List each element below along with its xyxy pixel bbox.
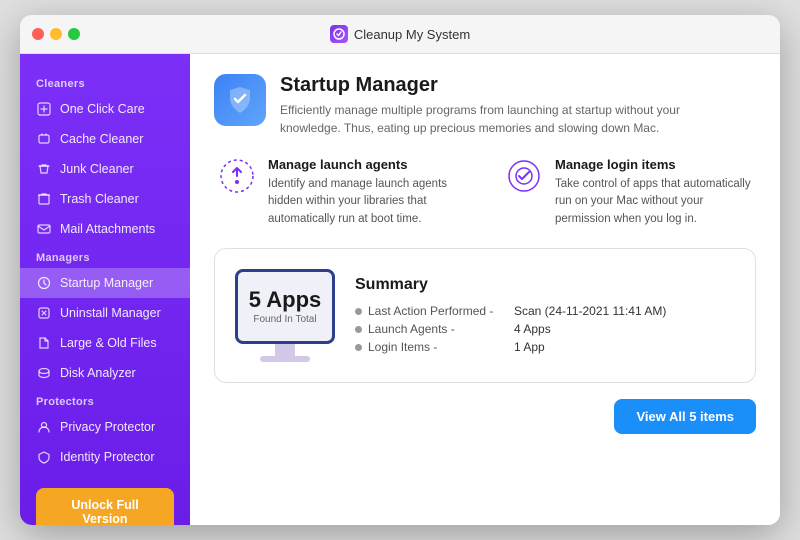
app-icon — [330, 25, 348, 43]
panel-footer: View All 5 items — [214, 399, 756, 434]
view-all-button[interactable]: View All 5 items — [614, 399, 756, 434]
login-items-icon — [505, 157, 543, 195]
summary-row1-label: Last Action Performed - — [368, 304, 508, 318]
sidebar-item-disk-analyzer[interactable]: Disk Analyzer — [20, 358, 190, 388]
sidebar-item-identity-protector[interactable]: Identity Protector — [20, 442, 190, 472]
panel-header: Startup Manager Efficiently manage multi… — [214, 74, 756, 137]
main-content: Cleaners One Click Care Cache Cleaner — [20, 54, 780, 525]
panel-icon — [214, 74, 266, 126]
sidebar-item-one-click-care[interactable]: One Click Care — [20, 94, 190, 124]
sidebar-item-mail-attachments[interactable]: Mail Attachments — [20, 214, 190, 244]
fullscreen-button[interactable] — [68, 28, 80, 40]
panel-header-text: Startup Manager Efficiently manage multi… — [280, 74, 740, 137]
monitor-stand-neck — [275, 344, 295, 356]
feature2-title: Manage login items — [555, 157, 752, 172]
app-window: Cleanup My System Cleaners One Click Car… — [20, 15, 780, 525]
cache-cleaner-icon — [36, 131, 52, 147]
sidebar-item-uninstall-manager[interactable]: Uninstall Manager — [20, 298, 190, 328]
summary-title: Summary — [355, 276, 735, 294]
one-click-care-icon — [36, 101, 52, 117]
privacy-icon — [36, 419, 52, 435]
title-bar: Cleanup My System — [20, 15, 780, 54]
protectors-section-label: Protectors — [20, 388, 190, 412]
summary-row-1: Last Action Performed - Scan (24-11-2021… — [355, 304, 735, 318]
summary-dot-3 — [355, 344, 362, 351]
summary-row-3: Login Items - 1 App — [355, 340, 735, 354]
startup-icon — [36, 275, 52, 291]
summary-info: Summary Last Action Performed - Scan (24… — [355, 276, 735, 354]
summary-dot-2 — [355, 326, 362, 333]
uninstall-icon — [36, 305, 52, 321]
sidebar: Cleaners One Click Care Cache Cleaner — [20, 54, 190, 525]
summary-row3-value: 1 App — [514, 340, 545, 354]
sidebar-item-junk-cleaner[interactable]: Junk Cleaner — [20, 154, 190, 184]
feature-login-items: Manage login items Take control of apps … — [505, 157, 752, 228]
sidebar-item-label: Large & Old Files — [60, 336, 157, 350]
disk-icon — [36, 365, 52, 381]
monitor-graphic: 5 Apps Found In Total — [235, 269, 335, 362]
sidebar-item-label: Identity Protector — [60, 450, 155, 464]
feature1-title: Manage launch agents — [268, 157, 465, 172]
sidebar-item-label: Uninstall Manager — [60, 306, 161, 320]
feature-launch-agents-text: Manage launch agents Identify and manage… — [268, 157, 465, 228]
managers-section-label: Managers — [20, 244, 190, 268]
summary-row-2: Launch Agents - 4 Apps — [355, 322, 735, 336]
summary-row2-value: 4 Apps — [514, 322, 551, 336]
title-bar-center: Cleanup My System — [330, 25, 470, 43]
monitor-stand-base — [260, 356, 310, 362]
unlock-button[interactable]: Unlock Full Version — [36, 488, 174, 525]
summary-dot-1 — [355, 308, 362, 315]
summary-rows: Last Action Performed - Scan (24-11-2021… — [355, 304, 735, 354]
minimize-button[interactable] — [50, 28, 62, 40]
trash-cleaner-icon — [36, 191, 52, 207]
files-icon — [36, 335, 52, 351]
summary-card: 5 Apps Found In Total Summary Last Actio… — [214, 248, 756, 383]
features-row: Manage launch agents Identify and manage… — [214, 157, 756, 228]
mail-icon — [36, 221, 52, 237]
sidebar-item-label: Trash Cleaner — [60, 192, 139, 206]
junk-cleaner-icon — [36, 161, 52, 177]
summary-row2-label: Launch Agents - — [368, 322, 508, 336]
monitor-screen: 5 Apps Found In Total — [235, 269, 335, 344]
identity-icon — [36, 449, 52, 465]
close-button[interactable] — [32, 28, 44, 40]
sidebar-bottom: Unlock Full Version — [20, 472, 190, 525]
sidebar-item-label: Mail Attachments — [60, 222, 155, 236]
sidebar-item-large-old-files[interactable]: Large & Old Files — [20, 328, 190, 358]
panel-title: Startup Manager — [280, 74, 740, 97]
panel-description: Efficiently manage multiple programs fro… — [280, 101, 740, 137]
main-panel: Startup Manager Efficiently manage multi… — [190, 54, 780, 525]
window-controls — [32, 28, 80, 40]
cleaners-section-label: Cleaners — [20, 70, 190, 94]
app-title: Cleanup My System — [354, 27, 470, 42]
summary-row1-value: Scan (24-11-2021 11:41 AM) — [514, 304, 666, 318]
feature-login-items-text: Manage login items Take control of apps … — [555, 157, 752, 228]
launch-agents-icon — [218, 157, 256, 195]
feature2-description: Take control of apps that automatically … — [555, 176, 752, 228]
sidebar-item-label: Privacy Protector — [60, 420, 155, 434]
sidebar-item-startup-manager[interactable]: Startup Manager — [20, 268, 190, 298]
sidebar-item-trash-cleaner[interactable]: Trash Cleaner — [20, 184, 190, 214]
sidebar-item-cache-cleaner[interactable]: Cache Cleaner — [20, 124, 190, 154]
sidebar-item-privacy-protector[interactable]: Privacy Protector — [20, 412, 190, 442]
sidebar-item-label: Cache Cleaner — [60, 132, 143, 146]
feature1-description: Identify and manage launch agents hidden… — [268, 176, 465, 228]
sidebar-item-label: Startup Manager — [60, 276, 153, 290]
sidebar-item-label: One Click Care — [60, 102, 145, 116]
summary-count: 5 Apps — [249, 287, 322, 313]
sidebar-item-label: Disk Analyzer — [60, 366, 136, 380]
summary-count-label: Found In Total — [253, 313, 316, 326]
sidebar-item-label: Junk Cleaner — [60, 162, 134, 176]
summary-row3-label: Login Items - — [368, 340, 508, 354]
feature-launch-agents: Manage launch agents Identify and manage… — [218, 157, 465, 228]
